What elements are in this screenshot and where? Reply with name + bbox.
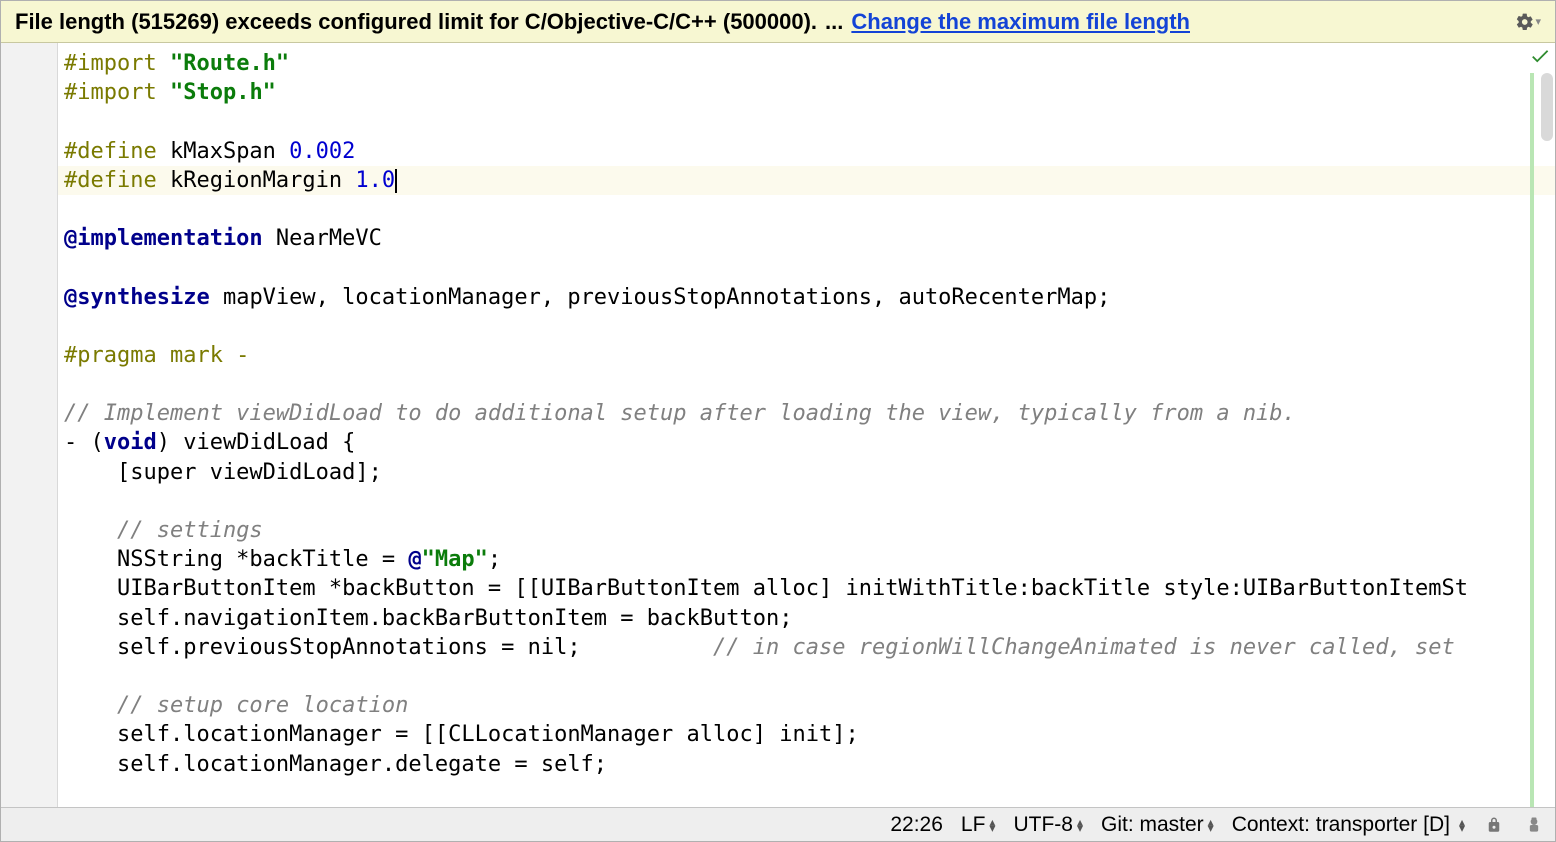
code-line[interactable] [62,195,1555,224]
editor-area[interactable]: #import "Route.h"#import "Stop.h" #defin… [1,43,1555,807]
code-line[interactable]: #pragma mark - [62,341,1555,370]
code-line[interactable] [62,253,1555,282]
gutter[interactable] [1,43,58,807]
ide-window: File length (515269) exceeds configured … [0,0,1556,842]
change-max-length-link[interactable]: Change the maximum file length [851,9,1190,35]
gear-icon[interactable]: ▾ [1515,9,1541,35]
context[interactable]: Context: transporter [D] ▴▾ [1232,813,1465,837]
code-line[interactable]: NSString *backTitle = @"Map"; [62,545,1555,574]
hector-icon[interactable] [1523,814,1545,836]
git-branch[interactable]: Git: master ▴▾ [1101,813,1214,837]
code-line[interactable]: self.previousStopAnnotations = nil; // i… [62,633,1555,662]
line-sep-text: LF [961,813,986,837]
code-line[interactable]: self.locationManager.delegate = self; [62,750,1555,779]
code-line[interactable]: // settings [62,516,1555,545]
code-view[interactable]: #import "Route.h"#import "Stop.h" #defin… [58,43,1555,807]
code-line[interactable]: #import "Stop.h" [62,78,1555,107]
warning-message: File length (515269) exceeds configured … [15,9,817,35]
inspection-ok-icon[interactable] [1529,45,1551,73]
code-line[interactable] [62,370,1555,399]
encoding[interactable]: UTF-8 ▴▾ [1013,813,1083,837]
file-length-warning-bar: File length (515269) exceeds configured … [1,1,1555,43]
caret [395,169,397,193]
code-line[interactable] [62,487,1555,516]
code-line[interactable] [62,662,1555,691]
code-line[interactable]: // Implement viewDidLoad to do additiona… [62,399,1555,428]
code-line[interactable] [62,107,1555,136]
cursor-position-text: 22:26 [890,813,943,837]
code-line[interactable]: @implementation NearMeVC [62,224,1555,253]
git-text: Git: master [1101,813,1204,837]
lock-icon[interactable] [1483,814,1505,836]
code-line[interactable]: self.navigationItem.backBarButtonItem = … [62,604,1555,633]
line-separator[interactable]: LF ▴▾ [961,813,996,837]
warning-ellipsis: ... [825,9,843,35]
code-line[interactable]: #define kMaxSpan 0.002 [62,137,1555,166]
code-line[interactable]: @synthesize mapView, locationManager, pr… [62,283,1555,312]
encoding-text: UTF-8 [1013,813,1073,837]
code-line[interactable]: UIBarButtonItem *backButton = [[UIBarBut… [62,574,1555,603]
cursor-position[interactable]: 22:26 [890,813,943,837]
code-line[interactable]: #define kRegionMargin 1.0 [58,166,1555,195]
code-line[interactable]: - (void) viewDidLoad { [62,428,1555,457]
code-line[interactable]: #import "Route.h" [62,49,1555,78]
code-line[interactable]: [super viewDidLoad]; [62,458,1555,487]
context-text: Context: transporter [D] [1232,813,1450,837]
code-line[interactable] [62,312,1555,341]
code-line[interactable]: // setup core location [62,691,1555,720]
code-line[interactable]: self.locationManager = [[CLLocationManag… [62,720,1555,749]
status-bar: 22:26 LF ▴▾ UTF-8 ▴▾ Git: master ▴▾ Cont… [1,807,1555,841]
